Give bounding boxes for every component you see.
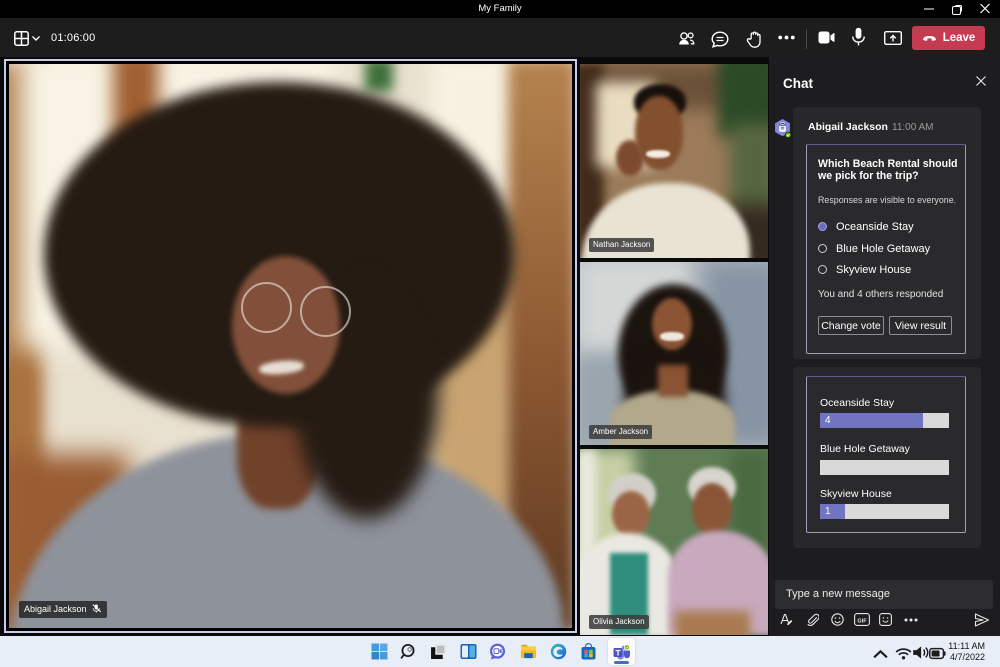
svg-text:GIF: GIF bbox=[857, 618, 867, 624]
